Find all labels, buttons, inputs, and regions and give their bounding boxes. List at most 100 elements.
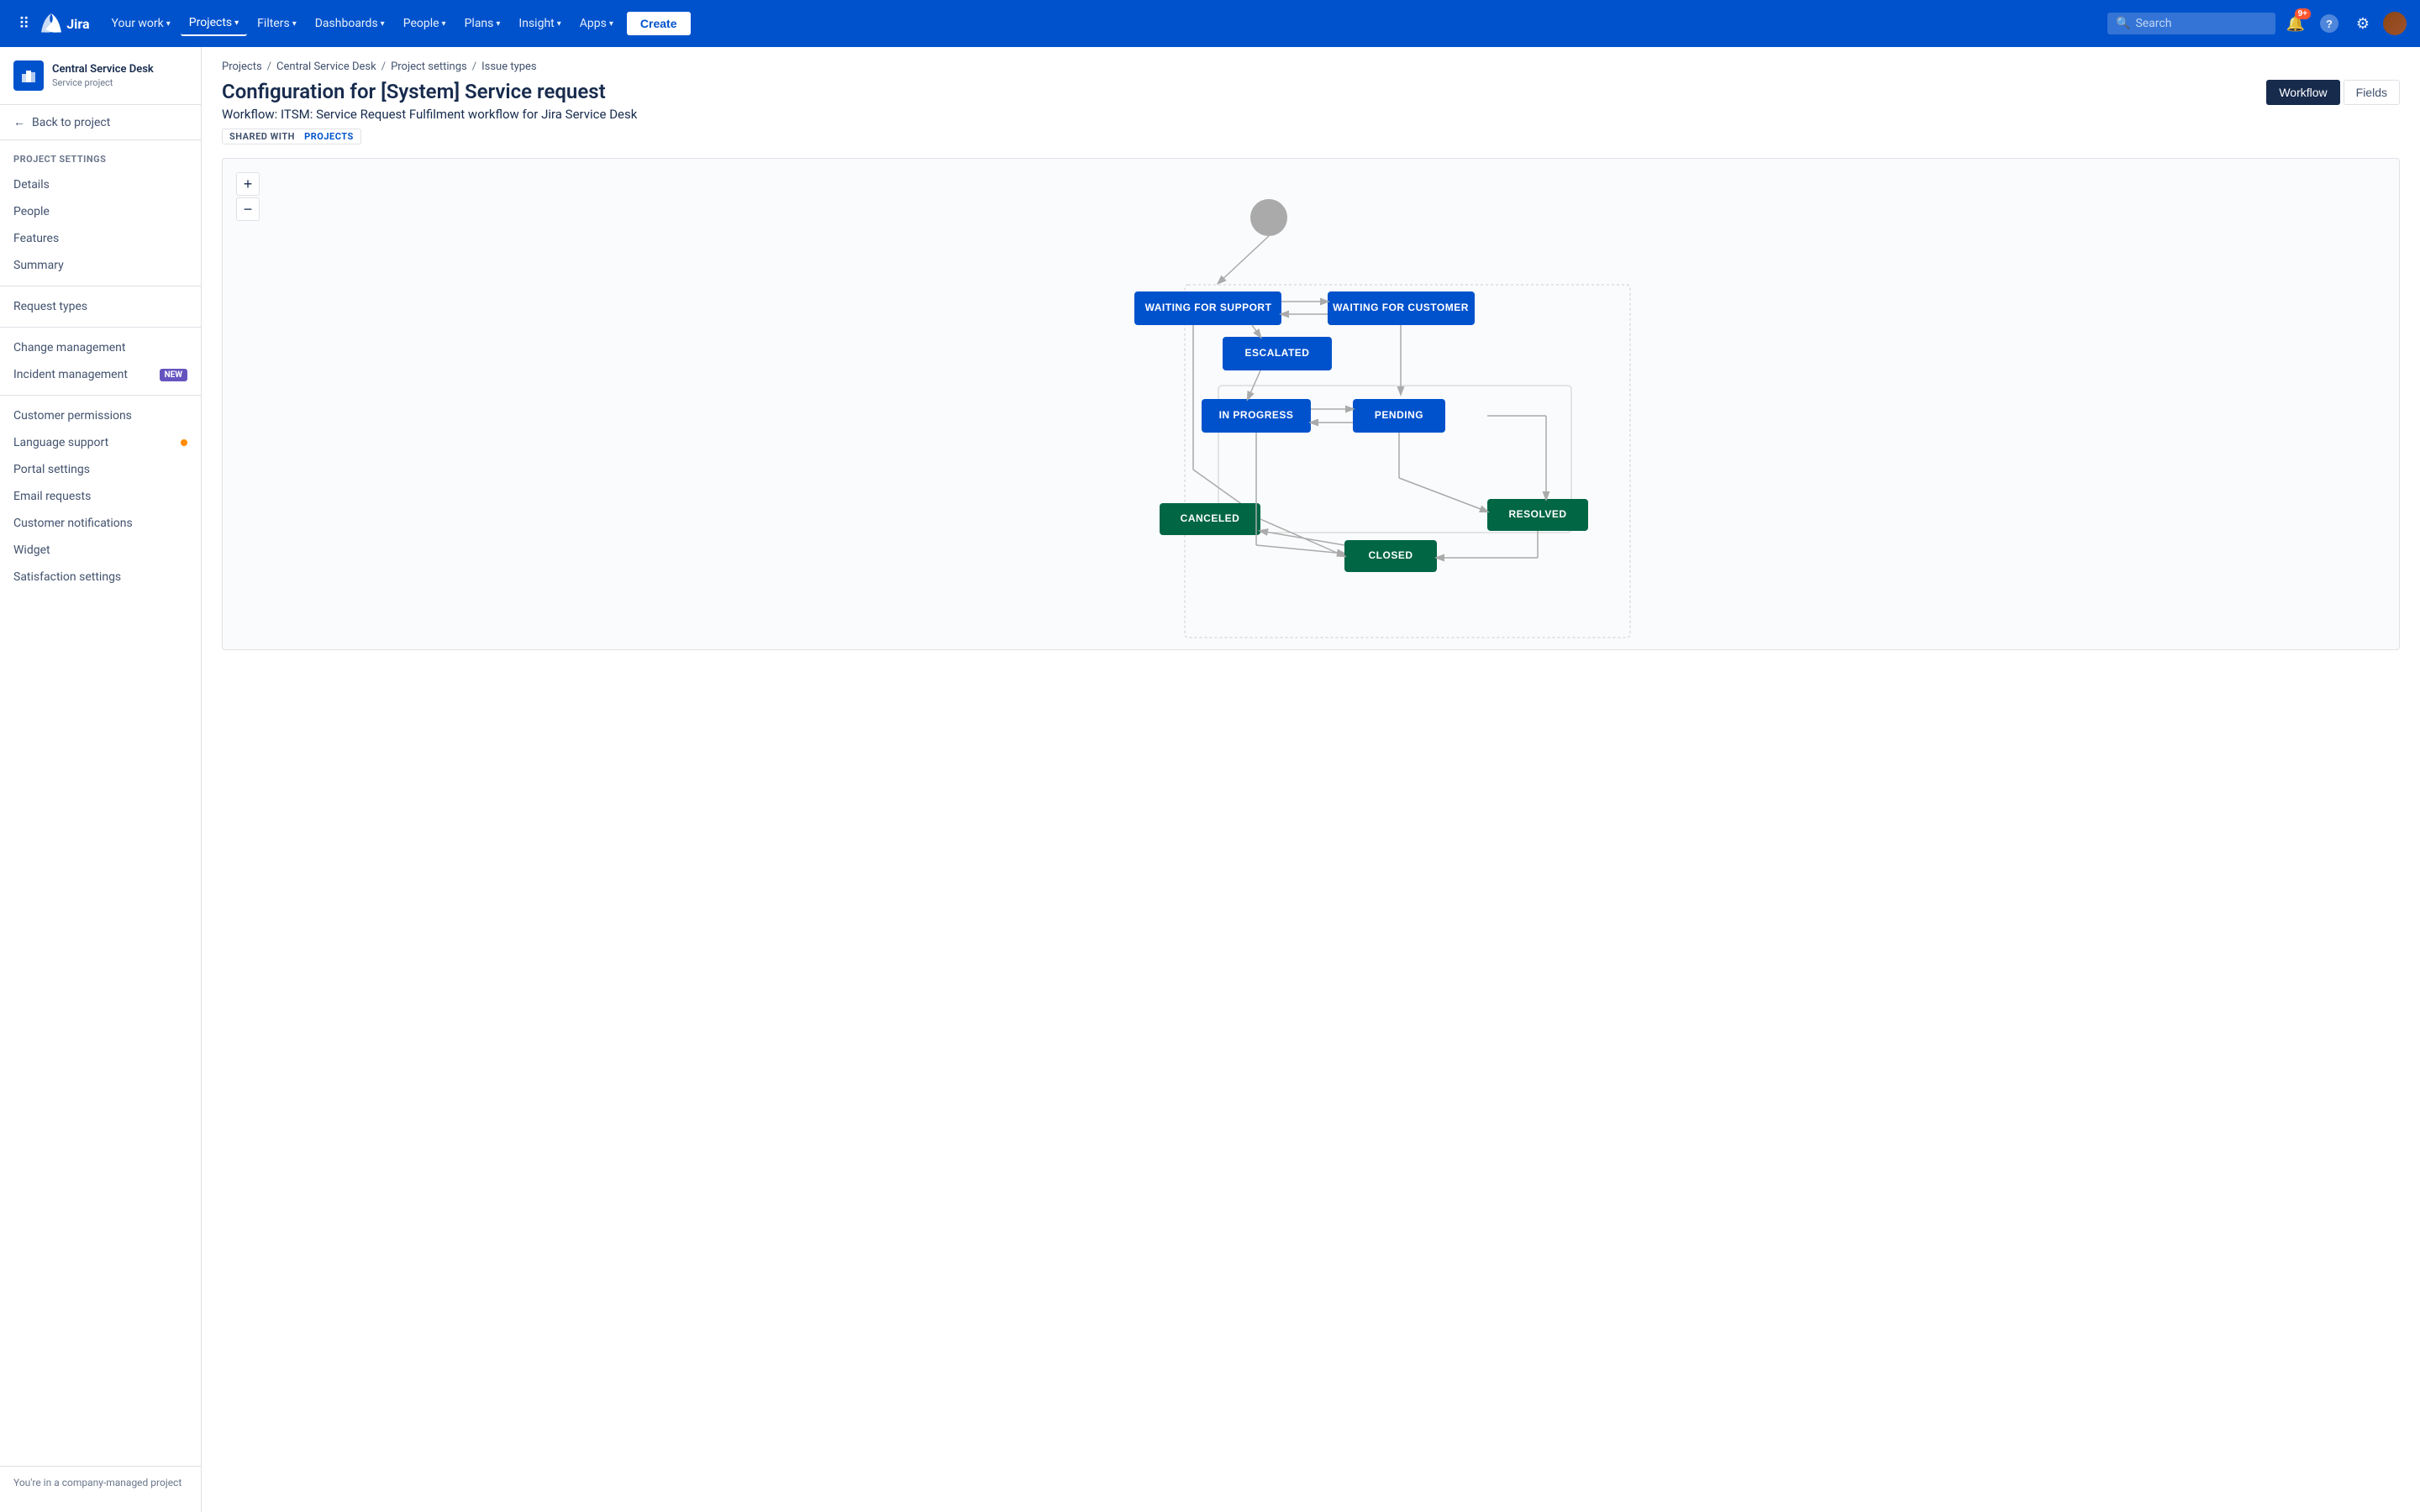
- arrow-closed-back: [1260, 531, 1344, 545]
- nav-people[interactable]: People ▾: [395, 12, 455, 35]
- project-type: Service project: [52, 77, 154, 88]
- node-resolved-label: RESOLVED: [1508, 508, 1566, 520]
- sidebar: Central Service Desk Service project ← B…: [0, 47, 202, 1512]
- breadcrumb-issue-types[interactable]: Issue types: [481, 60, 537, 73]
- shared-projects-label: PROJECTS: [304, 131, 354, 142]
- back-icon: ←: [13, 115, 25, 129]
- nav-filters[interactable]: Filters ▾: [249, 12, 305, 35]
- page-subtitle: Workflow: ITSM: Service Request Fulfilme…: [222, 107, 637, 122]
- sidebar-divider-2: [0, 327, 201, 328]
- sidebar-label-change-management: Change management: [13, 341, 125, 354]
- jira-logo[interactable]: Jira: [41, 13, 89, 34]
- sidebar-item-incident-management[interactable]: Incident management NEW: [0, 361, 201, 388]
- sidebar-label-people: People: [13, 205, 50, 218]
- node-pending-label: PENDING: [1375, 409, 1423, 421]
- zoom-out-button[interactable]: −: [236, 197, 260, 221]
- search-bar[interactable]: 🔍 Search: [2107, 13, 2275, 34]
- start-node: [1250, 199, 1287, 236]
- tab-fields[interactable]: Fields: [2344, 80, 2400, 105]
- notification-badge: 9+: [2295, 8, 2311, 19]
- arrow-progress-closed: [1256, 545, 1344, 554]
- user-avatar[interactable]: [2383, 12, 2407, 35]
- tab-workflow[interactable]: Workflow: [2266, 80, 2339, 105]
- workflow-diagram: + −: [222, 158, 2400, 650]
- nav-dashboards[interactable]: Dashboards ▾: [307, 12, 393, 35]
- sidebar-item-details[interactable]: Details: [0, 171, 201, 198]
- nav-your-work[interactable]: Your work ▾: [103, 12, 179, 35]
- help-button[interactable]: ?: [2316, 10, 2343, 37]
- sidebar-item-change-management[interactable]: Change management: [0, 334, 201, 361]
- page-header: Configuration for [System] Service reque…: [202, 80, 2420, 158]
- project-name: Central Service Desk: [52, 63, 154, 77]
- breadcrumb-sep-1: /: [267, 60, 271, 73]
- arrow-down-resolved: [1399, 478, 1487, 512]
- breadcrumb: Projects / Central Service Desk / Projec…: [202, 47, 2420, 80]
- shared-label: SHARED WITH: [229, 131, 295, 142]
- sidebar-label-email-requests: Email requests: [13, 490, 91, 503]
- breadcrumb-sep-2: /: [381, 60, 386, 73]
- sidebar-item-features[interactable]: Features: [0, 225, 201, 252]
- notifications-button[interactable]: 🔔 9+: [2282, 10, 2309, 37]
- sidebar-label-customer-notifications: Customer notifications: [13, 517, 133, 530]
- back-to-project[interactable]: ← Back to project: [0, 105, 201, 140]
- sidebar-item-customer-permissions[interactable]: Customer permissions: [0, 402, 201, 429]
- breadcrumb-sep-3: /: [472, 60, 476, 73]
- search-icon: 🔍: [2116, 17, 2130, 30]
- breadcrumb-central-service-desk[interactable]: Central Service Desk: [276, 60, 376, 73]
- shared-badge: SHARED WITH PROJECTS: [222, 129, 361, 144]
- node-canceled-label: CANCELED: [1181, 512, 1240, 524]
- logo-text: Jira: [66, 16, 89, 32]
- sidebar-label-portal-settings: Portal settings: [13, 463, 90, 476]
- nav-links: Your work ▾ Projects ▾ Filters ▾ Dashboa…: [103, 11, 691, 36]
- tab-group: Workflow Fields: [2266, 80, 2400, 105]
- language-dot: [181, 439, 187, 446]
- help-icon: ?: [2320, 14, 2338, 33]
- breadcrumb-projects[interactable]: Projects: [222, 60, 262, 73]
- sidebar-item-customer-notifications[interactable]: Customer notifications: [0, 510, 201, 537]
- sidebar-label-request-types: Request types: [13, 300, 87, 313]
- node-waiting-support-label: WAITING FOR SUPPORT: [1145, 302, 1272, 313]
- arrow-escalated-inprogress: [1248, 370, 1260, 399]
- node-escalated-label: ESCALATED: [1245, 347, 1310, 359]
- app-layout: Central Service Desk Service project ← B…: [0, 47, 2420, 1512]
- project-settings-title: Project settings: [0, 140, 201, 171]
- sidebar-item-language-support[interactable]: Language support: [0, 429, 201, 456]
- back-label: Back to project: [32, 116, 110, 129]
- zoom-controls: + −: [236, 172, 260, 221]
- sidebar-footer: You're in a company-managed project: [0, 1466, 201, 1499]
- sidebar-label-language-support: Language support: [13, 436, 108, 449]
- nav-apps[interactable]: Apps ▾: [571, 12, 622, 35]
- sidebar-project-header: Central Service Desk Service project: [0, 47, 201, 105]
- sidebar-item-request-types[interactable]: Request types: [0, 293, 201, 320]
- page-header-left: Configuration for [System] Service reque…: [222, 80, 637, 144]
- sidebar-item-portal-settings[interactable]: Portal settings: [0, 456, 201, 483]
- top-navigation: ⠿ Jira Your work ▾ Projects ▾ Filters ▾ …: [0, 0, 2420, 47]
- nav-right-controls: 🔔 9+ ? ⚙: [2282, 10, 2407, 37]
- sidebar-label-details: Details: [13, 178, 50, 192]
- main-content: Projects / Central Service Desk / Projec…: [202, 47, 2420, 1512]
- sidebar-item-summary[interactable]: Summary: [0, 252, 201, 279]
- arrow-support-escalated: [1252, 325, 1260, 337]
- settings-icon: ⚙: [2356, 15, 2370, 33]
- grid-icon[interactable]: ⠿: [13, 10, 34, 38]
- sidebar-label-customer-permissions: Customer permissions: [13, 409, 132, 423]
- sidebar-divider-3: [0, 395, 201, 396]
- node-in-progress-label: IN PROGRESS: [1219, 409, 1294, 421]
- sidebar-label-incident-management: Incident management: [13, 368, 128, 381]
- sidebar-item-email-requests[interactable]: Email requests: [0, 483, 201, 510]
- nav-plans[interactable]: Plans ▾: [456, 12, 509, 35]
- sidebar-item-satisfaction-settings[interactable]: Satisfaction settings: [0, 564, 201, 591]
- zoom-in-button[interactable]: +: [236, 172, 260, 196]
- nav-projects[interactable]: Projects ▾: [181, 11, 247, 36]
- nav-insight[interactable]: Insight ▾: [510, 12, 569, 35]
- sidebar-label-satisfaction-settings: Satisfaction settings: [13, 570, 121, 584]
- search-placeholder: Search: [2135, 17, 2171, 30]
- workflow-svg: WAITING FOR SUPPORT WAITING FOR CUSTOMER…: [223, 159, 2399, 646]
- breadcrumb-project-settings[interactable]: Project settings: [391, 60, 467, 73]
- sidebar-label-features: Features: [13, 232, 59, 245]
- sidebar-item-people[interactable]: People: [0, 198, 201, 225]
- settings-button[interactable]: ⚙: [2349, 10, 2376, 37]
- node-waiting-customer-label: WAITING FOR CUSTOMER: [1333, 302, 1469, 313]
- create-button[interactable]: Create: [627, 12, 691, 35]
- sidebar-item-widget[interactable]: Widget: [0, 537, 201, 564]
